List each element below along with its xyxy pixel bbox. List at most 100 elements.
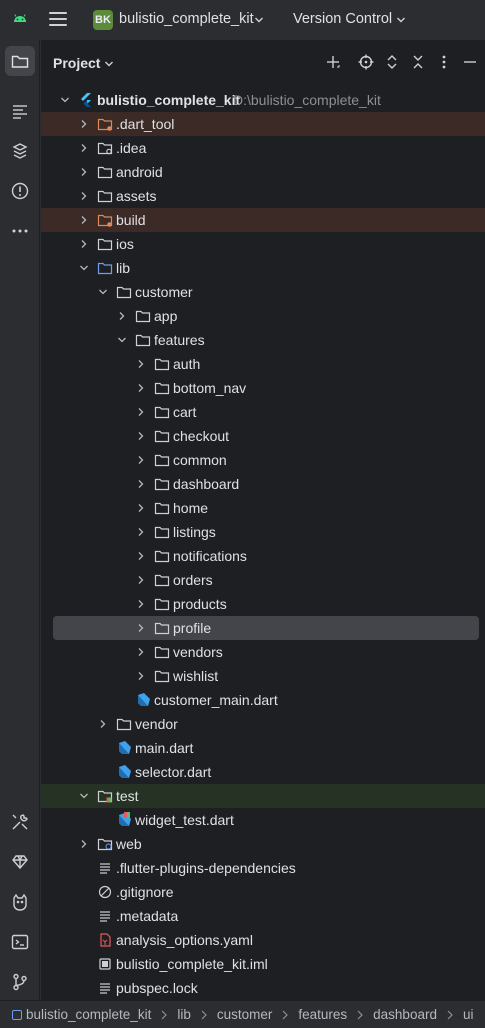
chevron-right-icon[interactable] [136,671,146,681]
tree-folder-row[interactable]: vendor [41,712,485,736]
tree-folder-row[interactable]: assets [41,184,485,208]
chevron-right-icon[interactable] [117,311,127,321]
tree-folder-row[interactable]: notifications [41,544,485,568]
chevron-right-icon [447,1010,453,1019]
collapse-all-icon[interactable] [410,54,426,70]
tree-file-row[interactable]: .gitignore [41,880,485,904]
tree-file-row[interactable]: .metadata [41,904,485,928]
tree-folder-row[interactable]: .idea [41,136,485,160]
breadcrumb-item[interactable]: ui [463,1007,474,1022]
project-tool-button[interactable] [5,46,35,76]
version-control-dropdown[interactable]: Version Control [293,11,392,27]
chevron-right-icon[interactable] [136,647,146,657]
breadcrumb-item[interactable]: bulistio_complete_kit [26,1007,151,1022]
breadcrumb-item[interactable]: customer [217,1007,273,1022]
structure-tool-button[interactable] [5,96,35,126]
chevron-right-icon[interactable] [136,575,146,585]
chevron-right-icon[interactable] [136,383,146,393]
chevron-right-icon[interactable] [79,191,89,201]
tree-folder-row[interactable]: dashboard [41,472,485,496]
chevron-right-icon[interactable] [79,167,89,177]
chevron-right-icon[interactable] [136,455,146,465]
terminal-tool-button[interactable] [5,927,35,957]
chevron-right-icon[interactable] [98,719,108,729]
breadcrumb-item[interactable]: lib [177,1007,191,1022]
tree-folder-row[interactable]: build [41,208,485,232]
chevron-right-icon[interactable] [79,215,89,225]
tree-file-row[interactable]: widget_test.dart [41,808,485,832]
project-badge[interactable]: BK [93,10,113,30]
tree-folder-row[interactable]: products [41,592,485,616]
tree-file-row[interactable]: .flutter-plugins-dependencies [41,856,485,880]
chevron-right-icon[interactable] [79,239,89,249]
chevron-right-icon[interactable] [136,479,146,489]
chevron-down-icon[interactable] [98,287,108,297]
locate-icon[interactable] [358,54,374,70]
tree-folder-row[interactable]: bottom_nav [41,376,485,400]
chevron-down-icon[interactable] [104,59,114,69]
chevron-right-icon[interactable] [136,431,146,441]
tree-folder-row[interactable]: listings [41,520,485,544]
tree-folder-row[interactable]: checkout [41,424,485,448]
tree-folder-row[interactable]: profile [53,616,479,640]
tree-folder-row[interactable]: features [41,328,485,352]
chevron-down-icon[interactable] [60,95,70,105]
tree-folder-row[interactable]: web [41,832,485,856]
tree-folder-row[interactable]: orders [41,568,485,592]
tree-file-row[interactable]: selector.dart [41,760,485,784]
folder-icon [154,502,170,515]
git-tool-button[interactable] [5,967,35,997]
tree-folder-row[interactable]: auth [41,352,485,376]
tree-folder-row[interactable]: customer [41,280,485,304]
chevron-right-icon[interactable] [136,407,146,417]
tree-folder-row[interactable]: wishlist [41,664,485,688]
chevron-down-icon[interactable] [396,15,406,25]
chevron-down-icon[interactable] [117,335,127,345]
app-quality-tool-button[interactable] [5,847,35,877]
tree-file-row[interactable]: customer_main.dart [41,688,485,712]
chevron-right-icon[interactable] [136,551,146,561]
chevron-down-icon[interactable] [254,15,264,25]
chevron-down-icon[interactable] [79,791,89,801]
chevron-right-icon[interactable] [136,503,146,513]
minimize-icon[interactable] [462,54,478,70]
tree-folder-row[interactable]: bulistio_complete_kit D:\bulistio_complet… [41,88,485,112]
tree-folder-row[interactable]: home [41,496,485,520]
chevron-right-icon[interactable] [136,359,146,369]
build-tool-button[interactable] [5,807,35,837]
chevron-down-icon[interactable] [79,263,89,273]
problems-tool-button[interactable] [5,176,35,206]
more-tools-button[interactable] [5,216,35,246]
chevron-right-icon[interactable] [79,119,89,129]
chevron-right-icon[interactable] [79,839,89,849]
tree-folder-row[interactable]: cart [41,400,485,424]
project-name-dropdown[interactable]: bulistio_complete_kit [119,11,254,27]
tree-item-label: orders [173,572,213,588]
resource-manager-tool-button[interactable] [5,136,35,166]
expand-all-icon[interactable] [384,54,400,70]
module-icon [12,1009,22,1020]
chevron-right-icon[interactable] [136,527,146,537]
tree-folder-row[interactable]: lib [41,256,485,280]
more-vertical-icon[interactable] [436,54,452,70]
tree-folder-row[interactable]: android [41,160,485,184]
tree-folder-row[interactable]: common [41,448,485,472]
tree-folder-row[interactable]: vendors [41,640,485,664]
tree-file-row[interactable]: pubspec.lock [41,976,485,1000]
project-view-dropdown[interactable]: Project [53,55,100,71]
tree-file-row[interactable]: main.dart [41,736,485,760]
add-icon[interactable] [325,54,341,70]
tree-folder-row[interactable]: .dart_tool [41,112,485,136]
tree-folder-row[interactable]: test [41,784,485,808]
tree-folder-row[interactable]: app [41,304,485,328]
tree-file-row[interactable]: analysis_options.yaml [41,928,485,952]
main-menu-button[interactable] [49,12,67,28]
logcat-tool-button[interactable] [5,887,35,917]
tree-folder-row[interactable]: ios [41,232,485,256]
chevron-right-icon[interactable] [136,623,146,633]
chevron-right-icon[interactable] [79,143,89,153]
breadcrumb-item[interactable]: features [298,1007,347,1022]
chevron-right-icon[interactable] [136,599,146,609]
breadcrumb-item[interactable]: dashboard [373,1007,437,1022]
tree-file-row[interactable]: bulistio_complete_kit.iml [41,952,485,976]
